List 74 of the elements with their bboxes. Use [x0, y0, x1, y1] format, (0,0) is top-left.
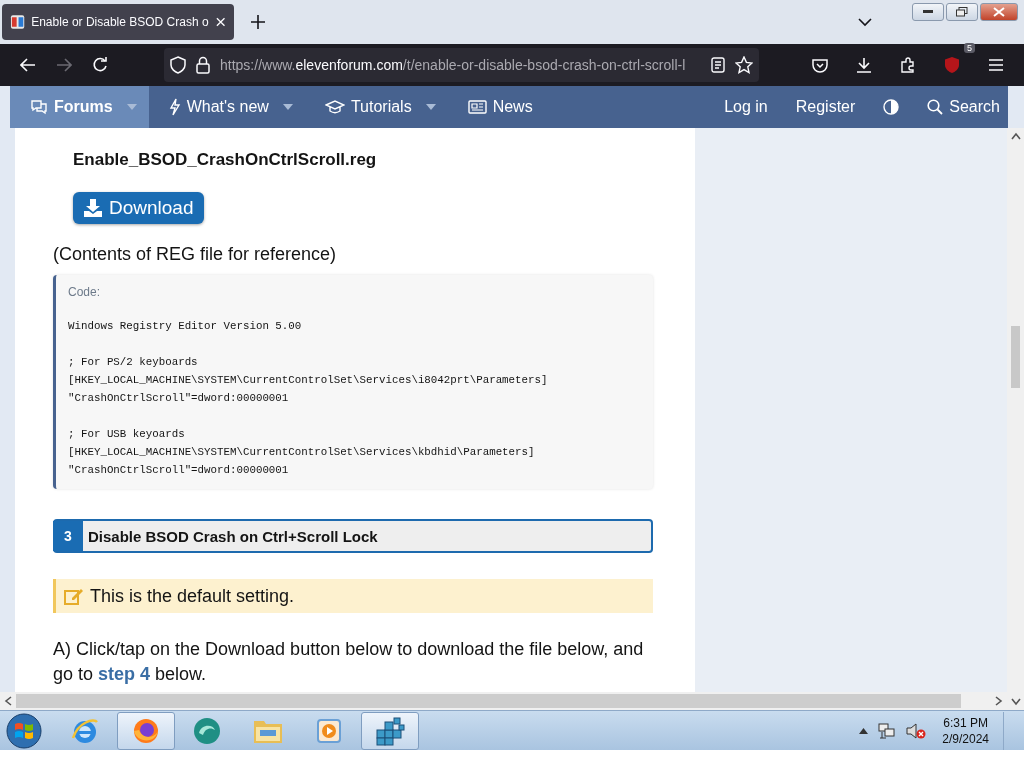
nav-tab[interactable]: What's new: [148, 86, 305, 128]
step-link[interactable]: step 4: [98, 664, 151, 684]
back-arrow-icon[interactable]: [20, 58, 36, 72]
menu-icon[interactable]: [988, 58, 1004, 72]
nav-tab[interactable]: News: [447, 86, 545, 128]
browser-tab[interactable]: Enable or Disable BSOD Crash o: [2, 4, 234, 40]
code-line: [HKEY_LOCAL_MACHINE\SYSTEM\CurrentControlSet\Services\i8042prt\Parameters]: [68, 373, 549, 388]
graduation-cap-icon: [324, 100, 345, 114]
restore-icon[interactable]: [956, 7, 968, 17]
scroll-down-icon[interactable]: [1010, 698, 1021, 706]
newspaper-icon: [467, 100, 487, 114]
close-window-button[interactable]: [980, 3, 1018, 21]
chevron-down-icon[interactable]: [858, 17, 872, 27]
code-line: ; For PS/2 keyboards: [68, 355, 199, 370]
note-text: This is the default setting.: [90, 585, 295, 607]
network-icon[interactable]: [878, 722, 897, 739]
start-button[interactable]: [6, 712, 42, 749]
nav-tab[interactable]: Tutorials: [304, 86, 448, 128]
close-icon[interactable]: [214, 16, 226, 28]
scroll-right-icon[interactable]: [995, 696, 1003, 706]
address-bar[interactable]: https://www.elevenforum.com/t/enable-or-disable-bsod-crash-on-ctrl-scroll-l: [164, 48, 759, 82]
caret-icon[interactable]: [282, 104, 293, 110]
shield-extension-icon[interactable]: [944, 56, 960, 74]
search-link[interactable]: Search: [913, 86, 1008, 128]
reader-view-icon[interactable]: [711, 57, 725, 73]
tray-arrow-icon[interactable]: [859, 727, 869, 734]
scroll-left-icon[interactable]: [4, 696, 12, 706]
code-line: "CrashOnCtrlScroll"=dword:00000001: [68, 463, 290, 478]
url-text: https://www.elevenforum.com/t/enable-or-disable-bsod-crash-on-ctrl-scroll-l: [220, 57, 687, 73]
forward-arrow-icon[interactable]: [56, 58, 72, 72]
code-line: "CrashOnCtrlScroll"=dword:00000001: [68, 391, 290, 406]
extension-badge: 5: [964, 43, 975, 53]
clock[interactable]: 6:31 PM 2/9/2024: [942, 714, 989, 747]
shield-icon: [170, 56, 186, 74]
swirl-circle-icon[interactable]: [191, 715, 223, 746]
close-icon[interactable]: [993, 7, 1005, 17]
pocket-icon[interactable]: [812, 57, 828, 73]
register-link[interactable]: Register: [781, 86, 870, 128]
lock-icon: [196, 56, 210, 74]
tab-title: Enable or Disable BSOD Crash o: [31, 15, 209, 29]
cubes-icon[interactable]: [374, 715, 406, 746]
scroll-up-icon[interactable]: [1010, 132, 1021, 140]
vertical-scrollbar[interactable]: [1007, 128, 1024, 710]
page-favicon-icon: [10, 14, 26, 30]
puzzle-icon[interactable]: [900, 57, 916, 73]
play-icon[interactable]: [315, 716, 343, 745]
code-line: ; For USB keyoards: [68, 427, 186, 442]
download-button[interactable]: Download: [73, 192, 204, 224]
download-icon[interactable]: [856, 57, 872, 73]
star-icon[interactable]: [735, 56, 753, 74]
horizontal-scrollbar[interactable]: [0, 692, 1007, 710]
step-number: 3: [53, 521, 83, 551]
code-line: [HKEY_LOCAL_MACHINE\SYSTEM\CurrentControlSet\Services\kbdhid\Parameters]: [68, 445, 536, 460]
reference-note: (Contents of REG file for reference): [53, 244, 338, 265]
login-link[interactable]: Log in: [710, 86, 782, 128]
new-tab-plus-icon[interactable]: [251, 15, 265, 29]
muted-speaker-icon[interactable]: [906, 722, 927, 739]
edit-note-icon: [64, 586, 84, 606]
contrast-icon[interactable]: [883, 99, 900, 115]
instruction-paragraph: A) Click/tap on the Download button below to download the file below, and go to step 4 below.: [53, 638, 645, 686]
lightning-icon: [168, 98, 181, 116]
search-icon: [927, 99, 944, 115]
file-name: Enable_BSOD_CrashOnCtrlScroll.reg: [73, 150, 378, 170]
speech-bubbles-icon: [30, 99, 48, 115]
code-line: Windows Registry Editor Version 5.00: [68, 319, 303, 334]
download-tray-icon: [83, 198, 103, 218]
minimize-button[interactable]: [912, 3, 944, 21]
reload-icon[interactable]: [92, 57, 108, 73]
code-label: Code:: [68, 285, 102, 299]
restore-button[interactable]: [946, 3, 978, 21]
caret-icon[interactable]: [425, 104, 436, 110]
nav-tab[interactable]: Forums: [10, 86, 149, 128]
step-title: Disable BSOD Crash on Ctrl+Scroll Lock: [87, 526, 378, 547]
minimize-icon[interactable]: [923, 10, 933, 14]
